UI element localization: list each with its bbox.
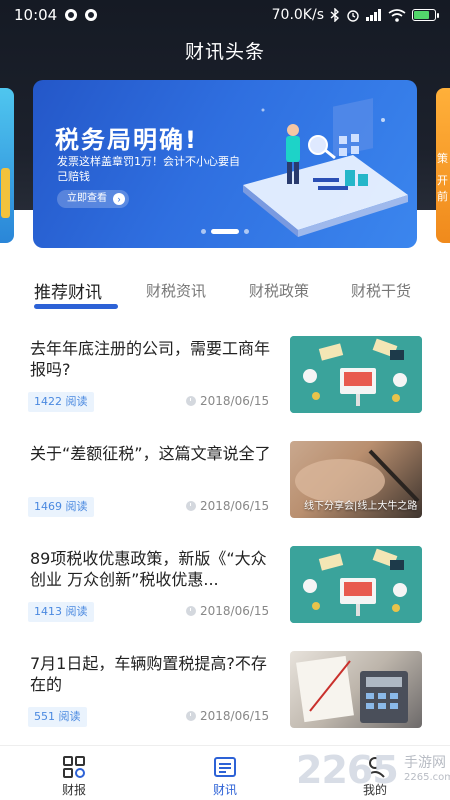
tab-tax-policy[interactable]: 财税政策: [249, 280, 309, 301]
news-date-wrap: 2018/06/15: [186, 709, 269, 723]
banner-peek-figure: [1, 168, 10, 218]
news-thumbnail[interactable]: [290, 546, 422, 623]
tab-tax-news[interactable]: 财税资讯: [146, 280, 206, 301]
banner-prev-peek[interactable]: [0, 88, 14, 243]
battery-level: [414, 11, 430, 19]
bluetooth-icon: [330, 8, 340, 22]
news-item[interactable]: 7月1日起，车辆购置税提高?不存在的 551 阅读 2018/06/15: [0, 645, 450, 745]
banner-heading: 税务局明确!: [55, 126, 198, 154]
read-count-badge: 1422 阅读: [28, 392, 94, 412]
status-right: 70.0K/s: [271, 7, 439, 23]
clock-icon: [186, 396, 196, 406]
news-thumbnail[interactable]: [290, 651, 422, 728]
nav-label: 财报: [61, 783, 86, 797]
clock-icon: [186, 711, 196, 721]
clock-icon: [186, 501, 196, 511]
category-tabs: 推荐财讯 财税资讯 财税政策 财税干货: [0, 280, 450, 316]
finance-illustration: [290, 546, 422, 623]
news-date-wrap: 2018/06/15: [186, 604, 269, 618]
news-thumbnail[interactable]: 线下分享会|线上大牛之路: [290, 441, 422, 518]
wifi-icon: [388, 8, 406, 22]
news-title[interactable]: 关于“差额征税”，这篇文章说全了: [30, 443, 275, 464]
read-count-badge: 551 阅读: [28, 707, 87, 727]
news-date: 2018/06/15: [200, 499, 270, 513]
nav-item-news[interactable]: 财讯: [180, 746, 270, 800]
carousel-dot[interactable]: [201, 228, 206, 234]
tax-illustration: [243, 98, 408, 237]
news-item[interactable]: 关于“差额征税”，这篇文章说全了 1469 阅读 2018/06/15 线下分享…: [0, 435, 450, 535]
watermark-number: 2265: [296, 748, 399, 792]
news-icon: [214, 757, 236, 777]
news-date: 2018/06/15: [200, 709, 270, 723]
banner-description: 发票这样盖章罚1万！会计不小心要自己赔钱: [57, 155, 240, 183]
watermark-url: 2265.com: [404, 772, 450, 783]
peek-text: 前: [437, 190, 448, 203]
notification-icon: [65, 9, 78, 21]
view-now-button[interactable]: 立即查看 ›: [57, 190, 129, 208]
carousel-dot[interactable]: [244, 228, 249, 234]
active-tab-indicator: [34, 304, 118, 309]
news-date-wrap: 2018/06/15: [186, 394, 269, 408]
notification-icon: [85, 9, 98, 21]
news-date-wrap: 2018/06/15: [186, 499, 269, 513]
nav-item-reports[interactable]: 财报: [29, 746, 119, 800]
page-title: 财讯头条: [184, 41, 265, 63]
news-item[interactable]: 去年年底注册的公司，需要工商年报吗? 1422 阅读 2018/06/15: [0, 330, 450, 430]
chevron-right-icon: ›: [113, 193, 125, 205]
tab-recommended[interactable]: 推荐财讯: [34, 278, 102, 303]
nav-label: 财讯: [212, 783, 237, 797]
status-bar: 10:04 70.0K/s: [0, 0, 450, 30]
network-speed: 70.0K/s: [271, 7, 324, 23]
banner-slide[interactable]: 税务局明确! 发票这样盖章罚1万！会计不小心要自己赔钱 立即查看 ›: [33, 80, 417, 248]
battery-icon: [412, 9, 439, 21]
status-left: 10:04: [14, 6, 98, 24]
news-title[interactable]: 去年年底注册的公司，需要工商年报吗?: [30, 338, 275, 380]
news-title[interactable]: 89项税收优惠政策，新版《“大众创业 万众创新”税收优惠...: [30, 548, 275, 590]
news-date: 2018/06/15: [200, 394, 270, 408]
thumbnail-caption: 线下分享会|线上大牛之路: [304, 501, 418, 512]
carousel-dot-active[interactable]: [211, 228, 239, 234]
news-title[interactable]: 7月1日起，车辆购置税提高?不存在的: [30, 653, 275, 695]
view-now-label: 立即查看: [67, 193, 107, 204]
peek-text: 策: [437, 152, 448, 165]
alarm-icon: [346, 8, 360, 22]
news-thumbnail[interactable]: [290, 336, 422, 413]
finance-illustration: [290, 336, 422, 413]
calculator-photo: [296, 655, 408, 723]
grid-icon: [63, 756, 85, 778]
carousel-indicator: [0, 228, 450, 234]
tab-tax-tips[interactable]: 财税干货: [351, 280, 411, 301]
read-count-badge: 1413 阅读: [28, 602, 94, 622]
watermark-text: 手游网: [404, 755, 446, 771]
clock-icon: [186, 606, 196, 616]
peek-text: 开: [437, 174, 448, 187]
news-item[interactable]: 89项税收优惠政策，新版《“大众创业 万众创新”税收优惠... 1413 阅读 …: [0, 540, 450, 640]
banner-next-peek[interactable]: 策 开 前: [436, 88, 450, 243]
news-date: 2018/06/15: [200, 604, 270, 618]
site-watermark: 2265 手游网 2265.com: [296, 748, 450, 796]
status-time: 10:04: [14, 6, 58, 24]
read-count-badge: 1469 阅读: [28, 497, 94, 517]
signal-icon: [366, 9, 382, 21]
